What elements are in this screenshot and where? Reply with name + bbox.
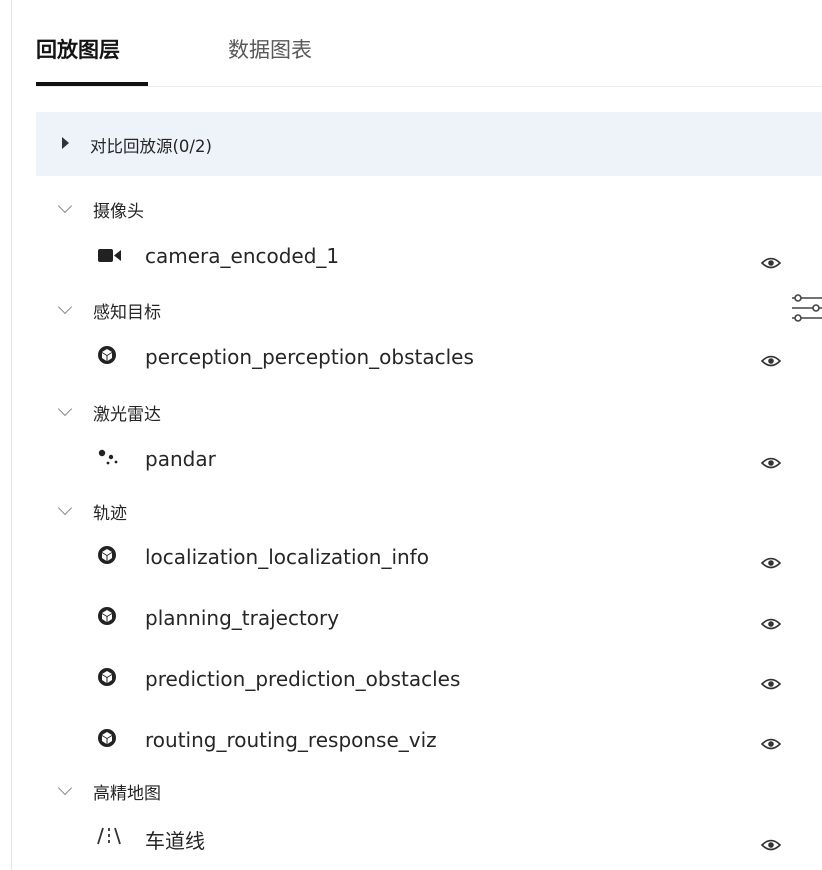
chevron-down-icon[interactable]	[57, 198, 73, 214]
cube-icon	[98, 546, 116, 564]
chevron-down-icon[interactable]	[57, 500, 73, 516]
eye-icon[interactable]	[761, 677, 781, 691]
chevron-down-icon[interactable]	[57, 299, 73, 315]
layer-name: routing_routing_response_viz	[145, 728, 437, 752]
tab-playback-layers[interactable]: 回放图层	[36, 34, 120, 64]
cube-icon	[98, 346, 116, 364]
cube-icon	[98, 668, 116, 686]
eye-icon[interactable]	[761, 737, 781, 751]
eye-icon[interactable]	[761, 354, 781, 368]
compare-source-header[interactable]: 对比回放源(0/2)	[36, 112, 822, 176]
group-title: 轨迹	[93, 504, 127, 524]
eye-icon[interactable]	[761, 556, 781, 570]
cube-icon	[98, 729, 116, 747]
caret-right-icon[interactable]	[62, 137, 69, 149]
tab-data-charts[interactable]: 数据图表	[228, 34, 312, 64]
video-camera-icon	[98, 249, 121, 262]
layer-name: prediction_prediction_obstacles	[145, 667, 461, 691]
group-title: 摄像头	[93, 202, 144, 222]
layer-name: pandar	[145, 447, 216, 471]
layer-name: camera_encoded_1	[145, 244, 340, 268]
compare-source-label: 对比回放源(0/2)	[90, 137, 212, 156]
eye-icon[interactable]	[761, 256, 781, 270]
layer-name: 车道线	[145, 829, 205, 853]
group-title: 感知目标	[93, 303, 161, 323]
lane-lines-icon	[97, 827, 121, 845]
layer-name: perception_perception_obstacles	[145, 345, 474, 369]
layer-name: planning_trajectory	[145, 606, 340, 630]
group-title: 高精地图	[93, 784, 161, 804]
chevron-down-icon[interactable]	[57, 401, 73, 417]
tab-divider	[36, 86, 822, 87]
point-cloud-icon	[98, 449, 118, 465]
chevron-down-icon[interactable]	[57, 780, 73, 796]
eye-icon[interactable]	[761, 617, 781, 631]
group-title: 激光雷达	[93, 405, 161, 425]
filter-settings-icon[interactable]	[790, 293, 822, 323]
layer-name: localization_localization_info	[145, 545, 429, 569]
tab-bar: 回放图层 数据图表	[36, 28, 822, 88]
eye-icon[interactable]	[761, 456, 781, 470]
panel-left-border	[11, 0, 12, 870]
cube-icon	[98, 607, 116, 625]
eye-icon[interactable]	[761, 838, 781, 852]
